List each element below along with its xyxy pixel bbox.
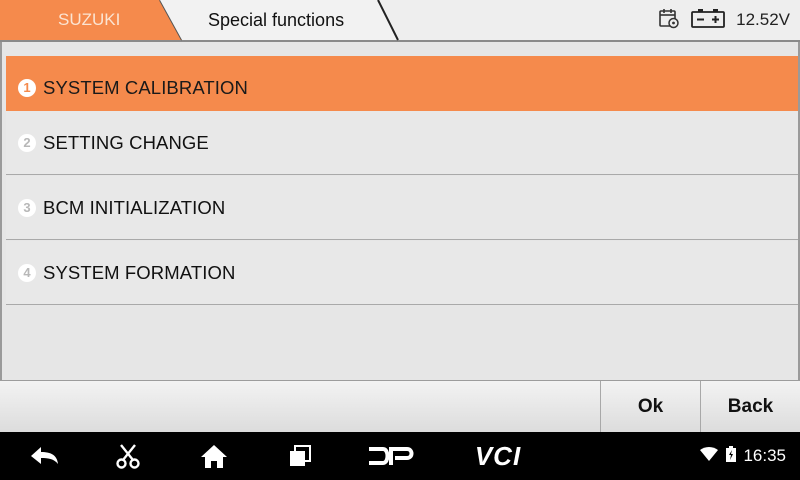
menu-item-label: BCM INITIALIZATION <box>43 196 226 218</box>
menu-item-bcm-initialization[interactable]: 3 BCM INITIALIZATION <box>6 176 798 240</box>
menu-item-label: SYSTEM FORMATION <box>43 261 236 283</box>
back-button[interactable]: Back <box>700 381 800 433</box>
vci-icon[interactable]: VCI <box>466 432 530 480</box>
clock: 16:35 <box>743 446 786 465</box>
wifi-icon <box>699 446 719 467</box>
back-arrow-icon[interactable] <box>22 432 66 480</box>
recent-apps-icon[interactable] <box>280 432 320 480</box>
status-area: 12.52V <box>658 0 790 40</box>
home-icon[interactable] <box>192 432 236 480</box>
breadcrumb-current: Special functions <box>208 9 345 30</box>
menu-item-setting-change[interactable]: 2 SETTING CHANGE <box>6 111 798 175</box>
battery-status-icon <box>725 445 737 468</box>
calendar-settings-icon <box>658 7 680 34</box>
header-bar: SUZUKI Special functions 12.52V <box>0 0 800 42</box>
action-bar: Ok Back <box>0 380 800 433</box>
item-number-badge: 2 <box>18 133 36 152</box>
voltage-readout: 12.52V <box>736 10 790 29</box>
item-number-badge: 1 <box>18 78 36 97</box>
function-list: 1 SYSTEM CALIBRATION 2 SETTING CHANGE 3 … <box>0 42 800 380</box>
menu-item-label: SYSTEM CALIBRATION <box>43 76 248 98</box>
dp-icon[interactable] <box>362 432 420 480</box>
scissors-icon[interactable] <box>108 432 148 480</box>
menu-item-system-formation[interactable]: 4 SYSTEM FORMATION <box>6 241 798 305</box>
system-status: 16:35 <box>699 432 786 480</box>
battery-icon <box>690 7 726 34</box>
ok-button[interactable]: Ok <box>600 381 700 433</box>
menu-item-label: SETTING CHANGE <box>43 131 209 153</box>
breadcrumb-make[interactable]: SUZUKI <box>0 0 182 40</box>
item-number-badge: 4 <box>18 263 36 282</box>
item-number-badge: 3 <box>18 198 36 217</box>
system-nav-bar: VCI 16:35 <box>0 432 800 480</box>
